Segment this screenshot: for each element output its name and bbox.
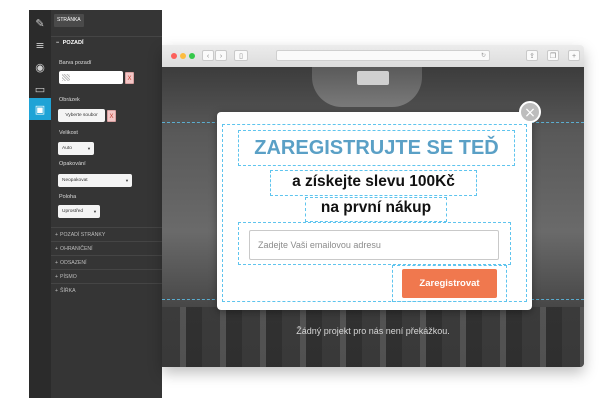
caret-down-icon: ▼ [87,146,91,151]
browser-toolbar: ‹ › ▯ ↻ ⇪ ❐ + [162,45,584,68]
maximize-window-dot[interactable] [189,53,195,59]
plus-icon: + [55,274,59,280]
size-value: Auto [62,146,72,151]
plus-icon: + [55,232,59,238]
position-label: Poloha [59,194,77,200]
background-color-label: Barva pozadí [59,60,92,66]
repeat-select[interactable]: Neopakovat ▼ [58,174,132,187]
plus-icon: + [55,260,59,266]
list-icon[interactable]: ≡ [29,34,51,56]
transparent-swatch-icon [62,74,70,81]
clear-color-button[interactable]: X [125,72,134,84]
background-color-field[interactable] [59,71,123,84]
position-value: Uprostřed [62,209,84,214]
new-tab-icon[interactable]: + [568,50,580,61]
caret-down-icon: ▼ [125,178,129,183]
editor-toolbar: ✎ ≡ ◉ ▭ ▣ [29,10,51,398]
popup-headline: ZAREGISTRUJTE SE TEĎ [254,137,499,159]
section-border[interactable]: + OHRANIČENÍ [51,241,162,255]
section-label: PÍSMO [60,274,77,280]
background-car [357,71,389,85]
popup-subline-1: a získejte slevu 100Kč [292,173,455,190]
reload-icon[interactable]: ↻ [481,51,486,61]
close-icon[interactable]: × [519,101,541,123]
share-icon[interactable]: ⇪ [526,50,538,61]
section-background-header[interactable]: − POZADÍ [51,36,162,49]
address-bar[interactable]: ↻ [276,50,490,61]
caret-down-icon: ▼ [93,209,97,214]
plus-icon: + [55,246,59,252]
section-label: POZADÍ STRÁNKY [60,232,106,238]
section-label: ŠÍŘKA [60,288,76,294]
eye-icon[interactable]: ◉ [29,56,51,78]
size-select[interactable]: Auto ▼ [58,142,94,155]
repeat-label: Opakování [59,161,86,167]
sidebar-icon[interactable]: ▯ [234,50,248,61]
popup-subline-2: na první nákup [320,199,432,216]
tabs-icon[interactable]: ❐ [547,50,559,61]
background-ground [162,307,584,367]
site-tagline: Žádný projekt pro nás není překážkou. [296,326,450,336]
forward-icon[interactable]: › [215,50,227,61]
save-icon[interactable]: ▣ [29,98,51,120]
section-page-background[interactable]: + POZADÍ STRÁNKY [51,227,162,241]
editor-panel: STRÁNKA − POZADÍ Barva pozadí X Obrázek … [51,10,162,398]
repeat-value: Neopakovat [62,178,88,183]
minus-icon: − [56,40,60,46]
section-label: ODSAZENÍ [60,260,87,266]
section-padding[interactable]: + ODSAZENÍ [51,255,162,269]
size-label: Velikost [59,130,78,136]
close-window-dot[interactable] [171,53,177,59]
section-title: POZADÍ [62,40,84,46]
section-width[interactable]: + ŠÍŘKA [51,283,162,297]
image-label: Obrázek [59,97,80,103]
email-input[interactable] [249,230,499,260]
remove-image-button[interactable]: X [107,110,116,122]
position-select[interactable]: Uprostřed ▼ [58,205,100,218]
back-icon[interactable]: ‹ [202,50,214,61]
minimize-window-dot[interactable] [180,53,186,59]
monitor-icon[interactable]: ▭ [29,78,51,100]
section-font[interactable]: + PÍSMO [51,269,162,283]
section-label: OHRANIČENÍ [60,246,93,252]
plus-icon: + [55,288,59,294]
pencil-icon[interactable]: ✎ [29,12,51,34]
choose-file-button[interactable]: Vyberte soubor [58,109,105,122]
tab-page[interactable]: STRÁNKA [54,14,84,27]
register-button[interactable]: Zaregistrovat [402,269,497,298]
